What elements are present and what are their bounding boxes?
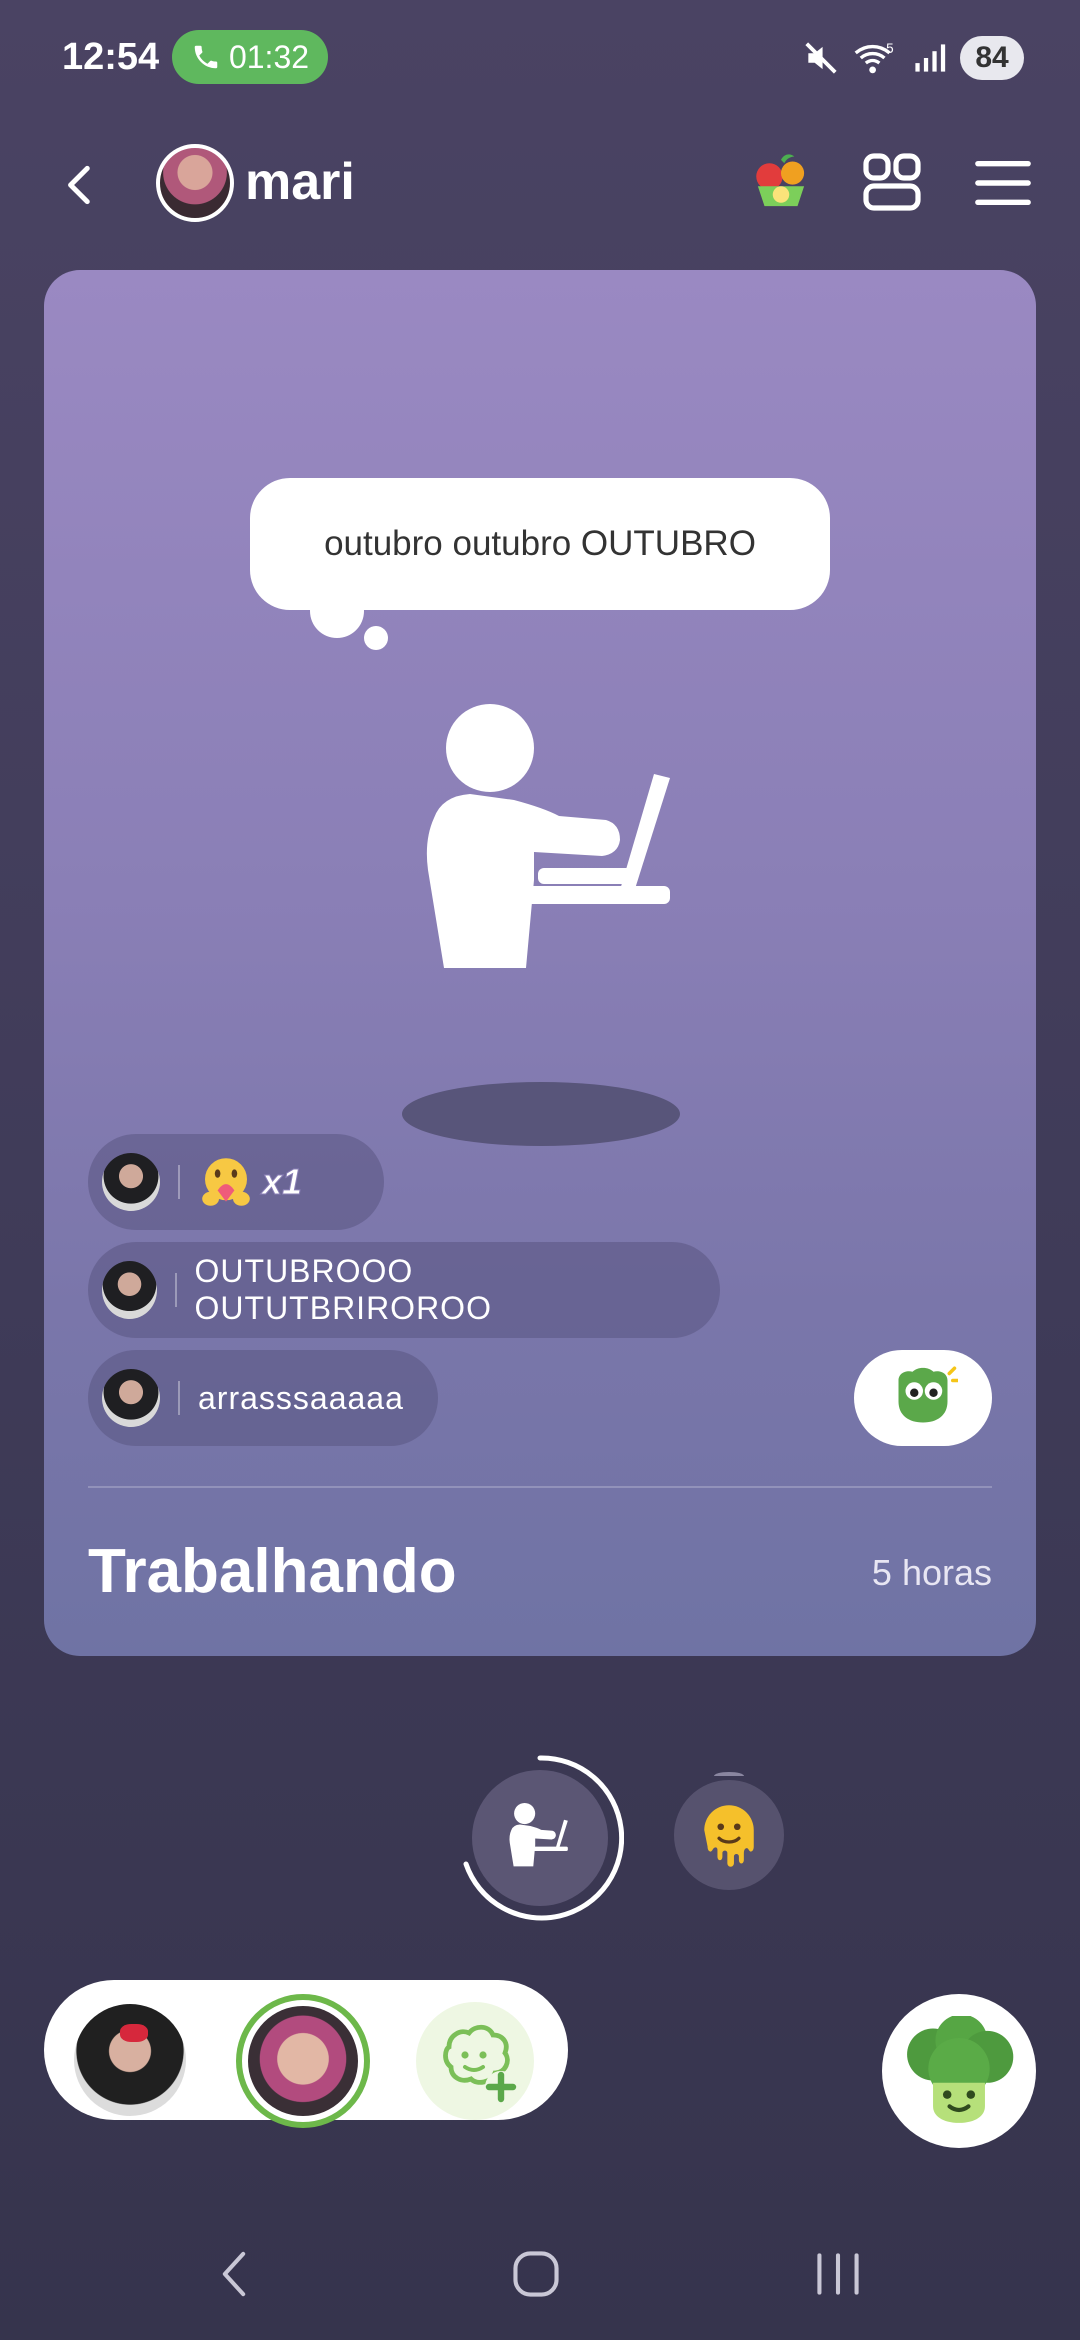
signal-icon (915, 44, 946, 72)
reaction-message[interactable]: x1 (88, 1134, 384, 1230)
status-card[interactable]: outubro outubro OUTUBRO x1 OUTUBROOO OUT… (44, 270, 1036, 1656)
thought-tail-dot (310, 584, 364, 638)
working-at-laptop-illustration (426, 704, 670, 968)
back-nav-icon[interactable] (212, 2246, 256, 2302)
home-nav-icon[interactable] (508, 2246, 564, 2302)
phone-icon (194, 45, 218, 69)
mute-icon (805, 42, 837, 74)
system-navigation-bar (0, 2240, 1080, 2310)
message-separator (174, 1273, 177, 1307)
contact-avatar[interactable] (156, 144, 234, 222)
wifi-icon: 5 (854, 41, 894, 74)
status-title: Trabalhando (88, 1537, 457, 1606)
active-status-button[interactable] (456, 1754, 624, 1922)
friends-bar (44, 1980, 568, 2128)
ongoing-call-pill[interactable]: 01:32 (172, 30, 328, 84)
reaction-count: x1 (261, 1161, 303, 1203)
recents-nav-icon[interactable] (812, 2246, 864, 2302)
sender-avatar (102, 1153, 160, 1211)
emoji-status-button[interactable] (674, 1772, 784, 1890)
hug-heart-emoji-icon (202, 1158, 250, 1206)
status-duration: 5 horas (871, 1552, 992, 1593)
hello-kitty-bow (120, 2024, 148, 2042)
thought-text: outubro outubro OUTUBRO (324, 524, 756, 563)
message-text: OUTUBROOO OUTUTBRIROROO (194, 1253, 492, 1326)
working-at-laptop-icon (509, 1802, 568, 1867)
avatar-photo (248, 2006, 358, 2116)
friend-avatar-selected[interactable] (236, 1994, 370, 2128)
hamburger-menu-icon[interactable] (974, 154, 1032, 212)
add-friend-icon (443, 2024, 517, 2103)
sender-avatar (102, 1261, 157, 1319)
back-arrow-icon[interactable] (56, 160, 106, 210)
card-divider (88, 1486, 992, 1488)
thought-tail-dot-small (364, 626, 388, 650)
add-friend-button[interactable] (416, 2002, 534, 2120)
mascot-button[interactable] (882, 1994, 1036, 2148)
svg-text:5: 5 (886, 41, 894, 56)
contact-name[interactable]: mari (245, 152, 355, 212)
text-message[interactable]: arrasssaaaaa (88, 1350, 438, 1446)
message-separator (178, 1165, 180, 1199)
green-mascot-icon (898, 1366, 958, 1423)
chat-header: mari (0, 140, 1080, 230)
clock: 12:54 (62, 36, 160, 78)
friend-avatar[interactable] (74, 2004, 186, 2116)
message-text: arrasssaaaaa (198, 1379, 404, 1416)
melting-face-emoji-icon (704, 1805, 754, 1867)
figure-shadow (402, 1082, 680, 1146)
widget-grid-icon[interactable] (862, 152, 922, 212)
broccoli-mascot-icon (907, 2016, 1014, 2123)
sender-avatar (102, 1369, 160, 1427)
fruit-basket-icon[interactable] (748, 150, 814, 216)
text-message[interactable]: OUTUBROOO OUTUTBRIROROO (88, 1242, 720, 1338)
status-bar: 12:54 01:32 5 84 (0, 30, 1080, 90)
react-button[interactable] (854, 1350, 992, 1446)
message-separator (178, 1381, 180, 1415)
battery-indicator: 84 (960, 36, 1024, 80)
emoji-timer-tick (714, 1772, 744, 1780)
call-timer: 01:32 (228, 38, 310, 75)
